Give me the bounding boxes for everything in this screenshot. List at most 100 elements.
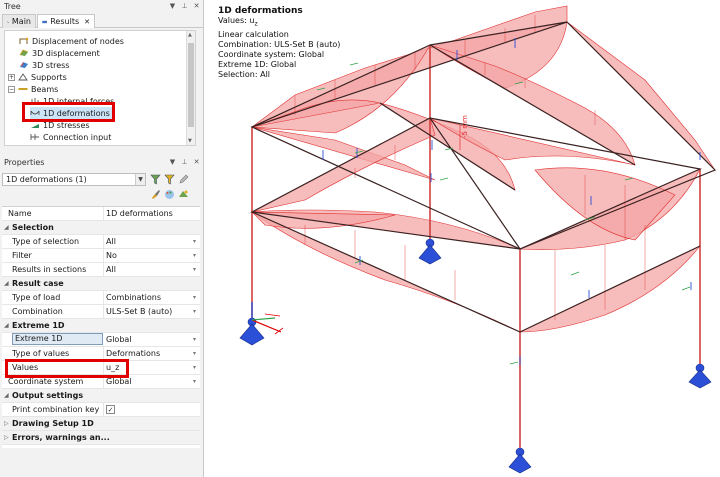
properties-grid: Name 1D deformations ◢ Selection Type of… [2,206,200,448]
prop-row-combination[interactable]: Combination ULS-Set B (auto) ▾ [2,305,200,319]
collapse-icon[interactable]: ◢ [4,221,9,234]
prop-row-filter[interactable]: Filter No ▾ [2,249,200,263]
displacement-nodes-icon [19,37,29,44]
pin-icon[interactable]: ⊥ [181,2,188,10]
prop-label: Print combination key [12,405,100,414]
result-title: 1D deformations [218,6,303,16]
chevron-down-icon[interactable]: ▾ [193,333,196,346]
supports-icon [18,73,28,81]
tree-item-label: Displacement of nodes [32,36,124,46]
section-selection[interactable]: ◢ Selection [2,221,200,235]
3d-stress-icon [20,62,28,68]
section-extreme-1d[interactable]: ◢ Extreme 1D [2,319,200,333]
chevron-down-icon[interactable]: ▾ [193,305,196,318]
deformation-value-label: -5 mm [461,115,469,138]
prop-value[interactable]: ULS-Set B (auto) [106,305,172,318]
prop-value[interactable]: All [106,235,116,248]
filter-icon[interactable] [150,174,161,185]
section-label: Output settings [12,391,84,400]
section-label: Result case [12,279,64,288]
tree-item-beams[interactable]: − Beams [8,83,58,95]
scroll-up-icon[interactable]: ▲ [188,32,192,38]
pencil-icon[interactable] [178,174,189,185]
tree-panel-header: Tree ▼ ⊥ ✕ [0,0,204,12]
chevron-down-icon[interactable]: ▾ [193,291,196,304]
prop-row-print-combination-key[interactable]: Print combination key ✓ [2,403,200,417]
combination-line: Combination: ULS-Set B (auto) [218,39,341,49]
extreme-line: Extreme 1D: Global [218,59,297,69]
prop-row-name[interactable]: Name 1D deformations [2,207,200,221]
chevron-down-icon[interactable]: ▾ [193,347,196,360]
section-result-case[interactable]: ◢ Result case [2,277,200,291]
scroll-down-icon[interactable]: ▼ [188,138,192,144]
properties-selector[interactable]: 1D deformations (1) ▼ [2,173,146,186]
section-label: Drawing Setup 1D [12,419,94,428]
expand-icon[interactable]: ▷ [4,417,9,430]
section-output-settings[interactable]: ◢ Output settings [2,389,200,403]
support-icon [688,363,712,389]
pin-icon[interactable]: ⊥ [181,158,188,166]
tree-scrollbar[interactable]: ▲ ▼ [186,31,195,145]
tree-panel-title: Tree [4,1,21,11]
prop-value[interactable]: No [106,249,117,262]
stresses-icon [31,124,39,128]
section-label: Errors, warnings an... [12,433,110,442]
expand-icon[interactable]: ▷ [4,431,9,444]
prop-row-type-of-selection[interactable]: Type of selection All ▾ [2,235,200,249]
chevron-down-icon[interactable]: ▾ [193,235,196,248]
results-tab-icon [42,20,47,23]
select-filter-icon[interactable] [164,174,175,185]
tab-main[interactable]: Main [2,14,36,28]
3d-viewport[interactable]: -5 mm 1D deformations Values: uz Linear … [205,0,720,477]
results-tree: Displacement of nodes 3D displacement 3D… [4,30,196,146]
dropdown-icon[interactable]: ▼ [169,158,176,166]
result-values-line: Values: uz [218,16,340,30]
values-text: Values: u [218,16,255,25]
tree-item-supports[interactable]: + Supports [8,71,67,83]
coordinate-system-line: Coordinate system: Global [218,49,325,59]
prop-label: Type of selection [12,237,80,246]
print-combination-key-checkbox[interactable]: ✓ [106,405,115,414]
chevron-down-icon[interactable]: ▾ [193,263,196,276]
palette-icon[interactable] [164,189,175,200]
tree-item-displacement-nodes[interactable]: Displacement of nodes [19,35,124,47]
section-label: Selection [12,223,54,232]
tree-item-3d-displacement[interactable]: 3D displacement [19,47,100,59]
prop-row-extreme-1d[interactable]: Extreme 1D Global ▾ [2,333,200,347]
tree-item-3d-stress[interactable]: 3D stress [19,59,69,71]
prop-label: Results in sections [12,265,87,274]
collapse-icon[interactable]: − [8,85,15,93]
tree-tabs: Main Results ✕ [0,12,204,28]
chevron-down-icon[interactable]: ▾ [193,249,196,262]
chevron-down-icon[interactable]: ▾ [193,375,196,388]
tree-item-connection-input[interactable]: Connection input [30,131,111,143]
prop-label: Type of load [12,293,61,302]
prop-value[interactable]: 1D deformations [106,207,173,220]
close-tab-icon[interactable]: ✕ [84,18,90,26]
render-icon[interactable] [178,189,189,200]
prop-value[interactable]: Combinations [106,291,161,304]
prop-label: Combination [12,307,63,316]
dropdown-icon[interactable]: ▼ [169,2,176,10]
chevron-down-icon[interactable]: ▼ [135,174,145,185]
close-icon[interactable]: ✕ [193,158,200,166]
chevron-down-icon[interactable]: ▾ [193,361,196,374]
collapse-icon[interactable]: ◢ [4,319,9,332]
collapse-icon[interactable]: ◢ [4,277,9,290]
prop-row-results-in-sections[interactable]: Results in sections All ▾ [2,263,200,277]
prop-value[interactable]: Global [106,333,132,346]
expand-icon[interactable]: + [8,73,15,81]
tree-item-label: 3D stress [32,60,70,70]
highlight-box-values [5,359,129,378]
prop-row-type-of-load[interactable]: Type of load Combinations ▾ [2,291,200,305]
brush-icon[interactable] [150,189,161,200]
values-subscript: z [254,20,258,28]
collapse-icon[interactable]: ◢ [4,389,9,402]
section-drawing-setup[interactable]: ▷ Drawing Setup 1D [2,417,200,431]
close-icon[interactable]: ✕ [193,2,200,10]
scrollbar-thumb[interactable] [188,43,194,127]
section-errors[interactable]: ▷ Errors, warnings an... [2,431,200,445]
tab-results[interactable]: Results ✕ [37,14,95,28]
support-icon [418,238,442,265]
prop-value[interactable]: All [106,263,116,276]
